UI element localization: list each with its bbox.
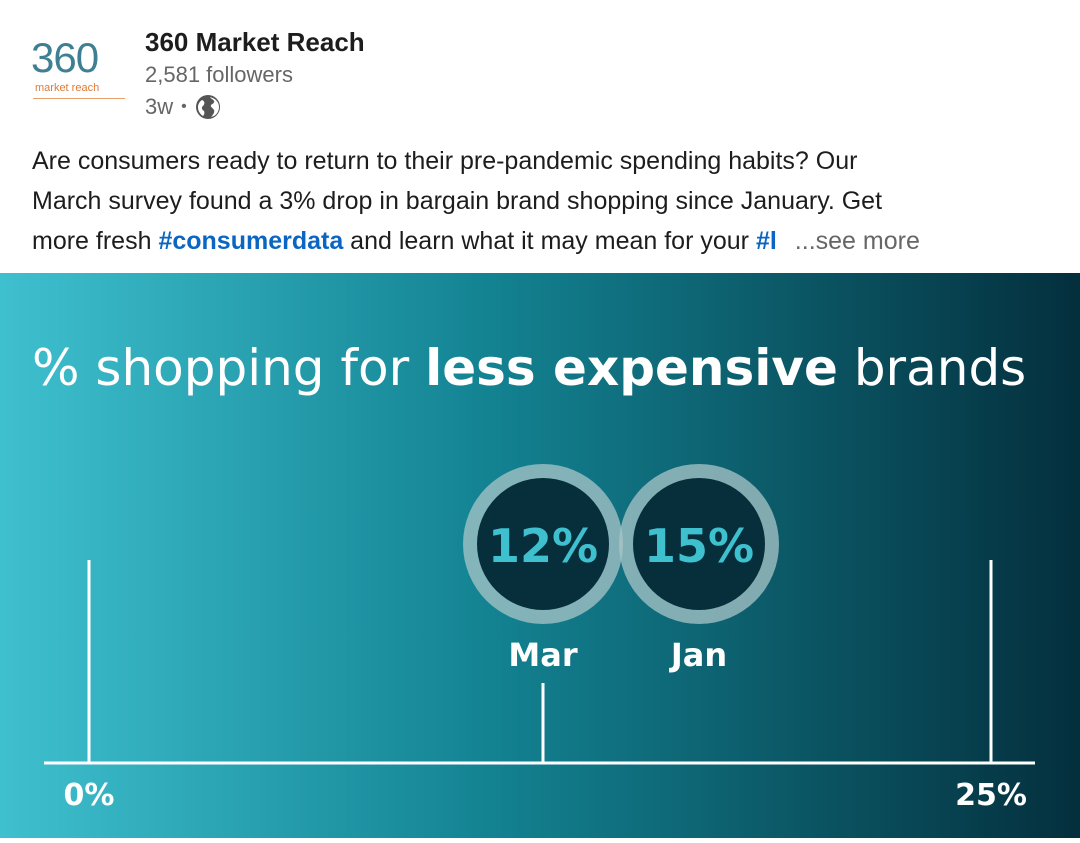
post-image[interactable]: % shopping for less expensive brands 0% …	[0, 273, 1080, 838]
logo-number-text: 360	[31, 34, 99, 81]
see-more-link[interactable]: ...see more	[795, 227, 920, 255]
post-header: 360 market reach 360 Market Reach 2,581 …	[0, 0, 1080, 140]
hashtag-consumerdata[interactable]: #consumerdata	[158, 227, 343, 255]
follower-count: 2,581 followers	[145, 62, 293, 87]
post-text-segment: more fresh	[32, 227, 159, 255]
post-text-line-1: Are consumers ready to return to their p…	[32, 147, 858, 175]
company-logo[interactable]: 360 market reach	[31, 34, 127, 108]
logo-number: 360	[31, 34, 99, 82]
hashtag-truncated[interactable]: #l	[756, 227, 777, 255]
infographic-title: % shopping for less expensive brands	[32, 339, 1026, 397]
month-label-jan: Jan	[669, 636, 727, 674]
post-age: 3w	[145, 94, 174, 119]
value-label-mar: 12%	[488, 519, 598, 573]
infographic-svg: % shopping for less expensive brands 0% …	[0, 273, 1080, 838]
author-name[interactable]: 360 Market Reach	[145, 27, 365, 57]
globe-icon	[195, 94, 221, 120]
post-body: Are consumers ready to return to their p…	[32, 141, 1062, 261]
logo-tagline: market reach	[35, 82, 100, 94]
title-part-2: brands	[838, 339, 1026, 397]
post-text-line-2: March survey found a 3% drop in bargain …	[32, 187, 883, 215]
title-part-1: % shopping for	[32, 339, 425, 397]
title-bold: less expensive	[425, 339, 838, 397]
post-meta: 3w •	[145, 93, 221, 121]
meta-separator: •	[181, 98, 187, 115]
post-text-segment: and learn what it may mean for your	[343, 227, 756, 255]
scale-max-label: 25%	[955, 778, 1027, 813]
value-label-jan: 15%	[644, 519, 754, 573]
logo-underline	[33, 98, 125, 99]
post-text-line-3: more fresh #consumerdata and learn what …	[32, 221, 1062, 261]
scale-min-label: 0%	[64, 778, 115, 813]
month-label-mar: Mar	[508, 636, 577, 674]
